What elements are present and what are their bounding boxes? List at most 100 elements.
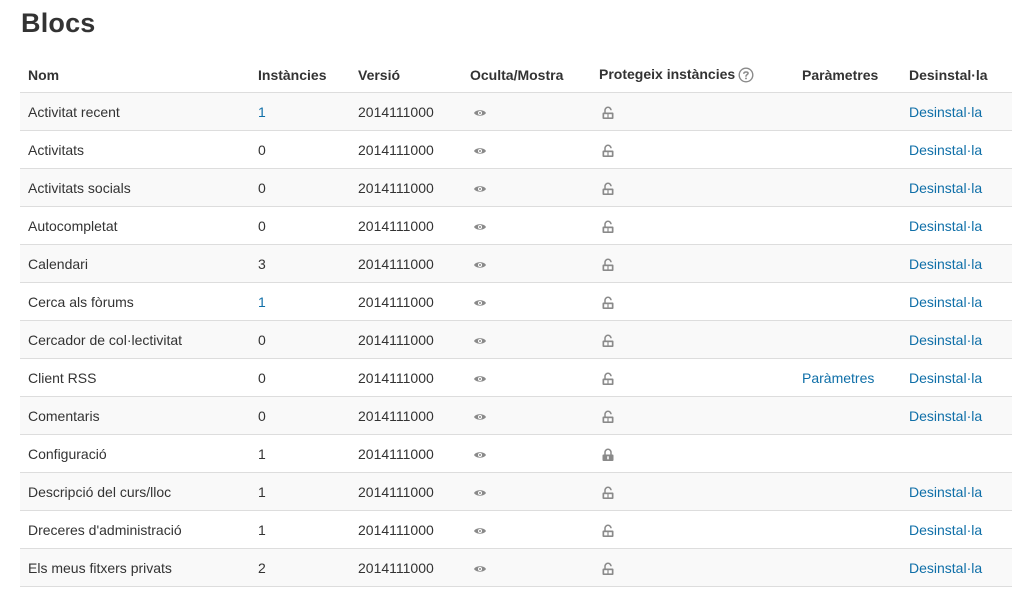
table-row: Calendari 3 2014111000 Desinstal·la: [20, 244, 1012, 283]
eye-icon[interactable]: [473, 450, 487, 460]
version-cell: 2014111000: [350, 168, 462, 207]
header-protect-label: Protegeix instàncies: [599, 65, 736, 82]
page-title: Blocs: [21, 8, 96, 38]
settings-cell: [794, 92, 901, 131]
eye-icon[interactable]: [473, 336, 487, 346]
settings-link[interactable]: Paràmetres: [802, 370, 874, 386]
header-protect: Protegeix instàncies: [591, 57, 794, 93]
unlock-icon[interactable]: [601, 144, 615, 158]
uninstall-link[interactable]: Desinstal·la: [909, 560, 982, 576]
instances-cell: 0: [250, 168, 350, 207]
settings-cell: [794, 320, 901, 359]
protect-cell: [591, 358, 794, 397]
instances-cell: 1: [250, 282, 350, 321]
uninstall-cell: Desinstal·la: [901, 92, 1012, 131]
table-row: Autocompletat 0 2014111000 Desinstal·la: [20, 206, 1012, 245]
settings-cell: [794, 510, 901, 549]
uninstall-cell: Desinstal·la: [901, 472, 1012, 511]
instances-link[interactable]: 1: [258, 294, 266, 310]
eye-icon[interactable]: [473, 146, 487, 156]
uninstall-cell: Desinstal·la: [901, 282, 1012, 321]
uninstall-link[interactable]: Desinstal·la: [909, 522, 982, 538]
uninstall-link[interactable]: Desinstal·la: [909, 332, 982, 348]
uninstall-link[interactable]: Desinstal·la: [909, 294, 982, 310]
eye-icon[interactable]: [473, 222, 487, 232]
header-settings: Paràmetres: [794, 57, 901, 93]
block-name: Activitats socials: [20, 168, 250, 207]
eye-icon[interactable]: [473, 374, 487, 384]
version-cell: 2014111000: [350, 510, 462, 549]
table-row: Descripció del curs/lloc 1 2014111000 Desin…: [20, 472, 1012, 511]
table-row: Activitats socials 0 2014111000 Desinstal·l…: [20, 168, 1012, 207]
unlock-icon[interactable]: [601, 258, 615, 272]
block-name: Configuració: [20, 434, 250, 473]
instances-cell: 0: [250, 358, 350, 397]
block-name: Activitats: [20, 130, 250, 169]
hide-show-cell: [462, 396, 591, 435]
unlock-icon[interactable]: [601, 562, 615, 576]
eye-icon[interactable]: [473, 564, 487, 574]
settings-cell: Paràmetres: [794, 358, 901, 397]
uninstall-cell: Desinstal·la: [901, 396, 1012, 435]
unlock-icon[interactable]: [601, 486, 615, 500]
instances-cell: 1: [250, 92, 350, 131]
protect-cell: [591, 434, 794, 473]
eye-icon[interactable]: [473, 108, 487, 118]
hide-show-cell: [462, 434, 591, 473]
help-icon[interactable]: [738, 67, 754, 83]
uninstall-link[interactable]: Desinstal·la: [909, 104, 982, 120]
eye-icon[interactable]: [473, 260, 487, 270]
instances-cell: 1: [250, 510, 350, 549]
instances-cell: 1: [250, 472, 350, 511]
unlock-icon[interactable]: [601, 106, 615, 120]
uninstall-link[interactable]: Desinstal·la: [909, 218, 982, 234]
eye-icon[interactable]: [473, 488, 487, 498]
version-cell: 2014111000: [350, 434, 462, 473]
protect-cell: [591, 472, 794, 511]
unlock-icon[interactable]: [601, 524, 615, 538]
header-instances: Instàncies: [250, 57, 350, 93]
instances-cell: 3: [250, 244, 350, 283]
unlock-icon[interactable]: [601, 372, 615, 386]
header-version: Versió: [350, 57, 462, 93]
protect-cell: [591, 510, 794, 549]
unlock-icon[interactable]: [601, 296, 615, 310]
settings-cell: [794, 282, 901, 321]
eye-icon[interactable]: [473, 526, 487, 536]
uninstall-link[interactable]: Desinstal·la: [909, 370, 982, 386]
instances-cell: 0: [250, 396, 350, 435]
settings-cell: [794, 244, 901, 283]
uninstall-link[interactable]: Desinstal·la: [909, 484, 982, 500]
unlock-icon[interactable]: [601, 410, 615, 424]
version-cell: 2014111000: [350, 206, 462, 245]
lock-icon[interactable]: [601, 448, 615, 462]
header-name[interactable]: Nom: [20, 57, 250, 93]
protect-cell: [591, 396, 794, 435]
uninstall-link[interactable]: Desinstal·la: [909, 180, 982, 196]
uninstall-link[interactable]: Desinstal·la: [909, 142, 982, 158]
block-name: Cercador de col·lectivitat: [20, 320, 250, 359]
header-hide-show: Oculta/Mostra: [462, 57, 591, 93]
uninstall-link[interactable]: Desinstal·la: [909, 256, 982, 272]
eye-icon[interactable]: [473, 184, 487, 194]
settings-cell: [794, 396, 901, 435]
unlock-icon[interactable]: [601, 334, 615, 348]
eye-icon[interactable]: [473, 412, 487, 422]
instances-cell: 1: [250, 434, 350, 473]
instances-count: 2: [258, 559, 266, 576]
hide-show-cell: [462, 548, 591, 587]
instances-count: 1: [258, 445, 266, 462]
unlock-icon[interactable]: [601, 182, 615, 196]
instances-link[interactable]: 1: [258, 104, 266, 120]
version-cell: 2014111000: [350, 130, 462, 169]
version-cell: 2014111000: [350, 472, 462, 511]
uninstall-cell: Desinstal·la: [901, 320, 1012, 359]
table-row: Activitat recent 1 2014111000 Desinstal·la: [20, 92, 1012, 131]
unlock-icon[interactable]: [601, 220, 615, 234]
header-uninstall: Desinstal·la: [901, 57, 1012, 93]
eye-icon[interactable]: [473, 298, 487, 308]
instances-count: 0: [258, 331, 266, 348]
uninstall-link[interactable]: Desinstal·la: [909, 408, 982, 424]
instances-count: 0: [258, 179, 266, 196]
uninstall-cell: Desinstal·la: [901, 244, 1012, 283]
